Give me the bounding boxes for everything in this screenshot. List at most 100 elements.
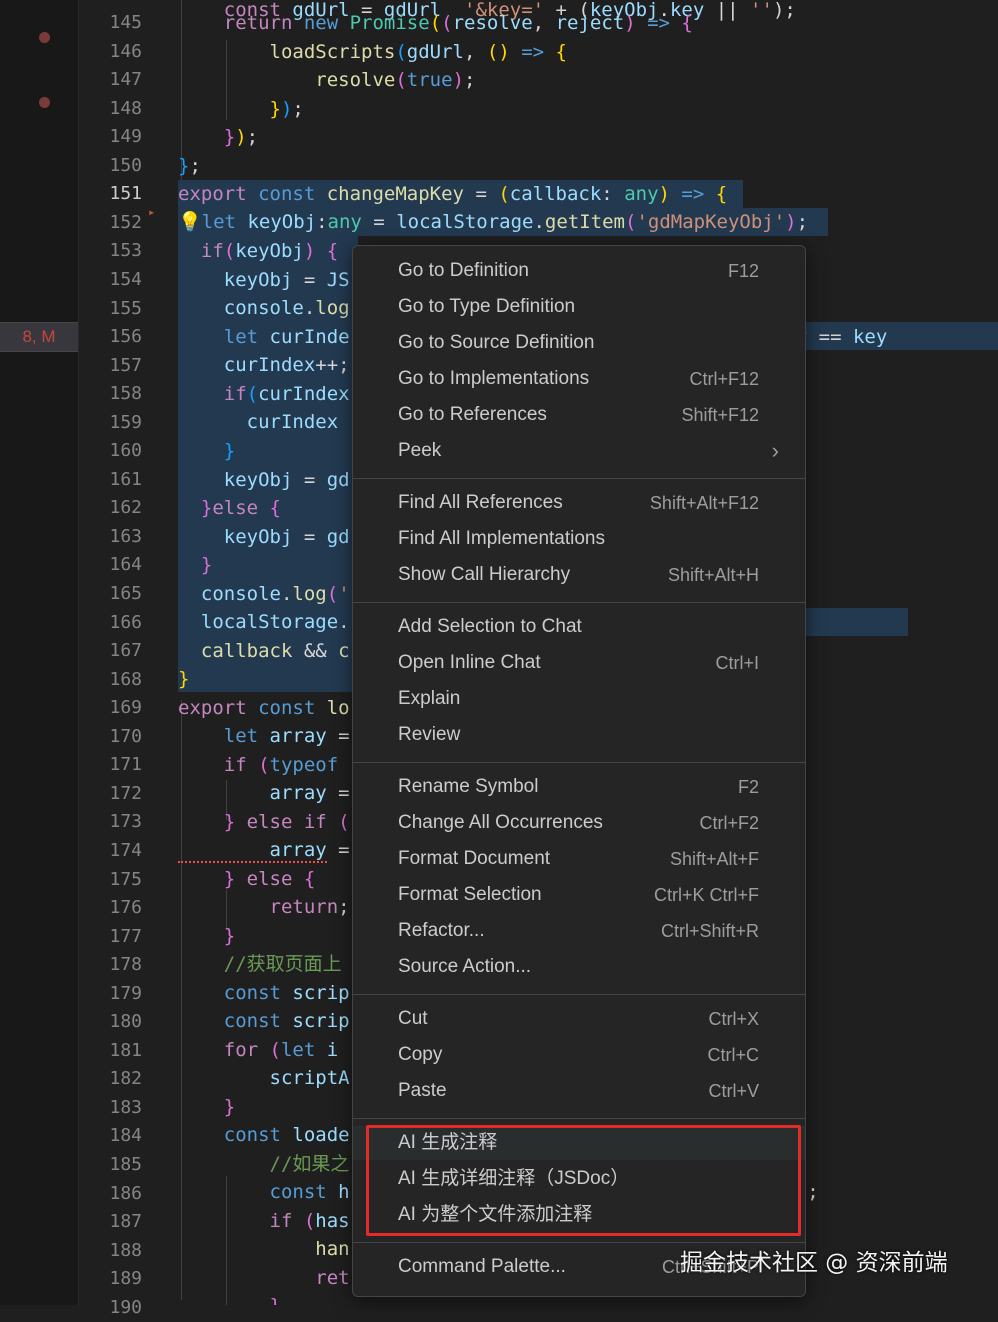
- menu-item-shortcut: Ctrl+V: [708, 1081, 759, 1101]
- menu-item-paste[interactable]: Paste Ctrl+V: [353, 1074, 805, 1108]
- code-line: }else {: [178, 497, 281, 519]
- code-line: }: [178, 668, 190, 690]
- scm-change-badge[interactable]: 8, M: [0, 322, 78, 352]
- menu-item-cut[interactable]: Cut Ctrl+X: [353, 1002, 805, 1036]
- menu-item-label: AI 为整个文件添加注释: [398, 1204, 593, 1225]
- line-number: 173: [109, 811, 142, 833]
- menu-item-shortcut: Shift+Alt+H: [667, 565, 759, 585]
- line-number: 174: [109, 839, 142, 861]
- line-number: 175: [109, 868, 142, 890]
- menu-item-label: Go to Definition: [398, 260, 529, 281]
- code-line: }: [178, 1096, 236, 1118]
- line-number: 152: [109, 211, 142, 233]
- code-line: }: [178, 1292, 281, 1305]
- code-line: resolve(true);: [178, 69, 476, 91]
- code-line: han: [178, 1238, 350, 1260]
- line-number: 163: [109, 525, 142, 547]
- menu-item-label: Format Selection: [398, 884, 542, 905]
- line-number: 164: [109, 554, 142, 576]
- menu-item-shortcut: Shift+Alt+F12: [649, 493, 759, 513]
- line-number: 148: [109, 97, 142, 119]
- menu-item-go-to-source-definition[interactable]: Go to Source Definition: [353, 326, 805, 360]
- code-line: curIndex++;: [178, 354, 350, 376]
- menu-item-find-all-implementations[interactable]: Find All Implementations: [353, 522, 805, 556]
- line-number: 161: [109, 468, 142, 490]
- line-number: 190: [109, 1296, 142, 1318]
- line-number: 147: [109, 69, 142, 91]
- menu-item-copy[interactable]: Copy Ctrl+C: [353, 1038, 805, 1072]
- menu-item-format-document[interactable]: Format Document Shift+Alt+F: [353, 842, 805, 876]
- line-number: 149: [109, 126, 142, 148]
- menu-item-show-call-hierarchy[interactable]: Show Call Hierarchy Shift+Alt+H: [353, 558, 805, 592]
- line-number: 160: [109, 440, 142, 462]
- menu-item-label: Show Call Hierarchy: [398, 564, 571, 585]
- code-line: const loade: [178, 1124, 350, 1146]
- menu-item-label: Go to Type Definition: [398, 296, 576, 317]
- menu-item-ai[interactable]: AI 为整个文件添加注释: [353, 1198, 805, 1232]
- line-number: 167: [109, 640, 142, 662]
- watermark: 掘金技术社区 @ 资深前端: [680, 1250, 948, 1276]
- menu-item-shortcut: Ctrl+K Ctrl+F: [653, 885, 759, 905]
- code-line: }: [178, 925, 236, 947]
- menu-item-explain[interactable]: Explain: [353, 682, 805, 716]
- code-line: keyObj = gd: [178, 469, 350, 491]
- code-line: ret: [178, 1267, 350, 1289]
- menu-item-go-to-type-definition[interactable]: Go to Type Definition: [353, 290, 805, 324]
- menu-item-rename-symbol[interactable]: Rename Symbol F2: [353, 770, 805, 804]
- menu-item-peek[interactable]: Peek ›: [353, 434, 805, 468]
- code-line: export const changeMapKey = (callback: a…: [178, 183, 728, 205]
- code-line: curIndex: [178, 411, 339, 433]
- menu-item-refactor[interactable]: Refactor... Ctrl+Shift+R: [353, 914, 805, 948]
- menu-item-label: Source Action...: [398, 956, 532, 977]
- line-number: 168: [109, 668, 142, 690]
- line-number: 181: [109, 1039, 142, 1061]
- line-number: 154: [109, 268, 142, 290]
- line-number: 146: [109, 40, 142, 62]
- line-number: 165: [109, 583, 142, 604]
- menu-item-ai-jsdoc[interactable]: AI 生成详细注释（JSDoc）: [353, 1162, 805, 1196]
- menu-item-format-selection[interactable]: Format Selection Ctrl+K Ctrl+F: [353, 878, 805, 912]
- code-line: keyObj = JS: [178, 269, 350, 291]
- selection-highlight: [798, 608, 908, 636]
- menu-item-shortcut: Shift+F12: [681, 405, 759, 425]
- menu-separator: [353, 602, 805, 603]
- code-line: callback && c: [178, 640, 350, 662]
- code-line: for (let i: [178, 1039, 339, 1061]
- menu-item-find-all-references[interactable]: Find All References Shift+Alt+F12: [353, 486, 805, 520]
- menu-item-label: Open Inline Chat: [398, 652, 541, 673]
- code-line: array =: [178, 839, 350, 863]
- menu-item-change-all-occurrences[interactable]: Change All Occurrences Ctrl+F2: [353, 806, 805, 840]
- menu-item-open-inline-chat[interactable]: Open Inline Chat Ctrl+I: [353, 646, 805, 680]
- line-number: 172: [109, 782, 142, 804]
- line-number: 185: [109, 1154, 142, 1175]
- line-number: 177: [109, 925, 142, 947]
- code-line: 💡let keyObj:any = localStorage.getItem('…: [178, 211, 809, 233]
- breakpoint-icon[interactable]: [39, 32, 50, 43]
- code-line: const scrip: [178, 1010, 350, 1032]
- code-line: return new Promise((resolve, reject) => …: [178, 12, 693, 34]
- code-line: }: [178, 440, 236, 462]
- code-line: };: [178, 155, 201, 177]
- menu-item-label: Go to Source Definition: [398, 332, 595, 353]
- menu-item-label: AI 生成详细注释（JSDoc）: [398, 1168, 630, 1189]
- folding-arrow-icon[interactable]: ▸: [148, 205, 155, 219]
- menu-item-source-action[interactable]: Source Action...: [353, 950, 805, 984]
- line-number: 179: [109, 982, 142, 1004]
- menu-item-go-to-references[interactable]: Go to References Shift+F12: [353, 398, 805, 432]
- line-number: 156: [109, 326, 142, 348]
- menu-item-go-to-implementations[interactable]: Go to Implementations Ctrl+F12: [353, 362, 805, 396]
- menu-item-go-to-definition[interactable]: Go to Definition F12: [353, 254, 805, 288]
- line-number: 187: [109, 1211, 142, 1233]
- line-number: 145: [109, 12, 142, 33]
- menu-item-review[interactable]: Review: [353, 718, 805, 752]
- code-line: });: [178, 126, 259, 148]
- menu-item-add-selection-to-chat[interactable]: Add Selection to Chat: [353, 610, 805, 644]
- menu-item-ai[interactable]: AI 生成注释: [353, 1126, 805, 1160]
- menu-item-shortcut: F12: [727, 261, 759, 281]
- breakpoint-icon[interactable]: [39, 97, 50, 108]
- menu-separator: [353, 478, 805, 479]
- code-line: } else {: [178, 868, 316, 890]
- line-number: 176: [109, 897, 142, 919]
- chevron-right-icon: ›: [771, 438, 779, 463]
- menu-item-shortcut: Ctrl+X: [708, 1009, 759, 1029]
